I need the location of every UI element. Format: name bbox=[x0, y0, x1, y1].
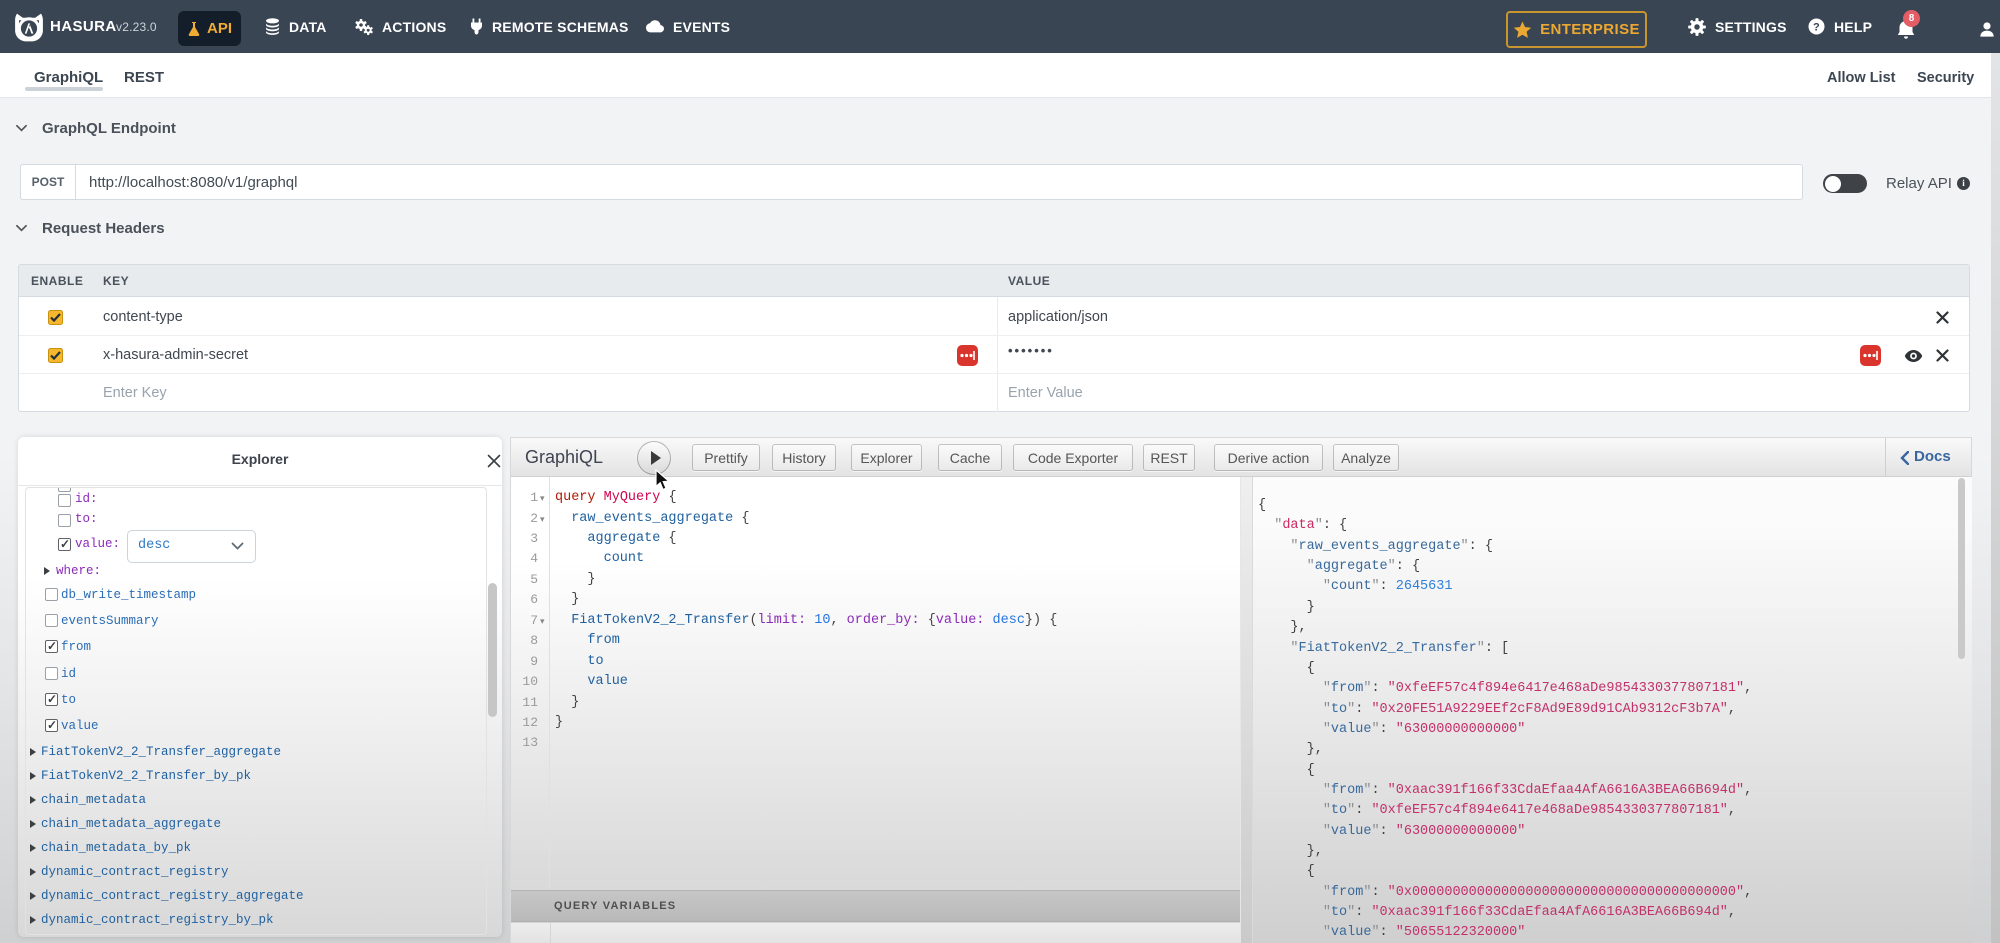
svg-text:?: ? bbox=[1813, 22, 1820, 34]
